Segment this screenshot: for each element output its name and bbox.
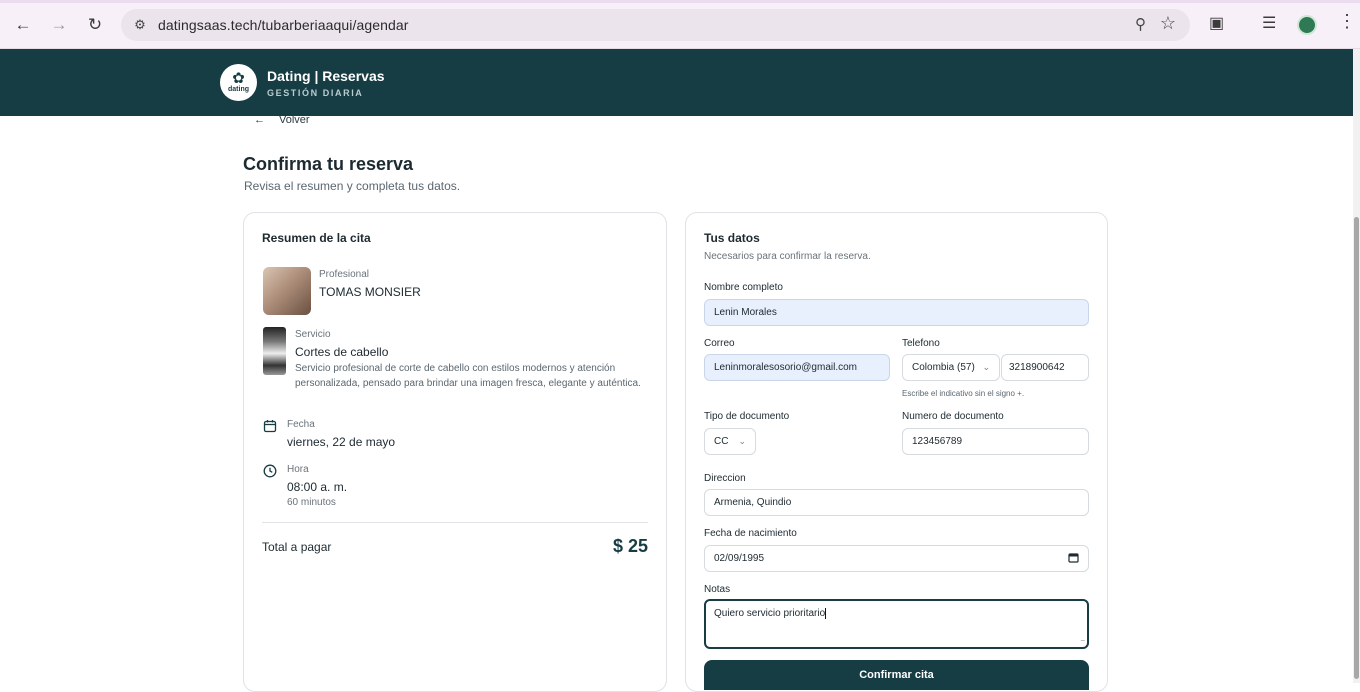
back-arrow-icon[interactable]: ← <box>10 12 36 38</box>
page-scrollbar[interactable] <box>1353 49 1360 683</box>
forward-arrow-icon[interactable]: → <box>46 12 72 38</box>
url-text[interactable]: datingsaas.tech/tubarberiaaqui/agendar <box>158 17 409 33</box>
name-label: Nombre completo <box>704 282 783 293</box>
duration-value: 60 minutos <box>287 497 336 508</box>
brand-title: Dating | Reservas <box>267 68 385 84</box>
date-label: Fecha <box>287 419 315 430</box>
form-title: Tus datos <box>704 231 760 245</box>
page-subtitle: Revisa el resumen y completa tus datos. <box>244 179 461 193</box>
profile-avatar[interactable] <box>1297 15 1317 35</box>
chevron-down-icon: ⌄ <box>982 362 990 372</box>
phone-value: 3218900642 <box>1009 362 1065 373</box>
date-value: viernes, 22 de mayo <box>287 435 396 449</box>
name-input[interactable]: Lenin Morales <box>704 299 1089 326</box>
address-input[interactable]: Armenia, Quindio <box>704 489 1089 516</box>
email-input[interactable]: Leninmoralesosorio@gmail.com <box>704 354 890 381</box>
app-header: ✿ dating Dating | Reservas GESTIÓN DIARI… <box>0 49 1353 116</box>
address-label: Direccion <box>704 473 746 484</box>
notes-label: Notas <box>704 584 731 595</box>
arrow-left-icon: ← <box>254 114 265 126</box>
time-label: Hora <box>287 464 309 475</box>
email-label: Correo <box>704 338 735 349</box>
service-label: Servicio <box>295 329 331 340</box>
text-caret <box>825 608 827 619</box>
zoom-icon[interactable]: ⚲ <box>1135 15 1146 33</box>
professional-name: TOMAS MONSIER <box>319 285 421 299</box>
email-value: Leninmoralesosorio@gmail.com <box>714 362 857 373</box>
reload-icon[interactable]: ↻ <box>82 12 108 38</box>
doc-number-input[interactable]: 123456789 <box>902 428 1089 455</box>
extensions-icon[interactable]: ▣ <box>1209 13 1224 33</box>
doc-type-select[interactable]: CC ⌄ <box>704 428 756 455</box>
bookmark-star-icon[interactable]: ☆ <box>1160 13 1176 34</box>
birth-value: 02/09/1995 <box>714 553 765 564</box>
scrollbar-thumb[interactable] <box>1354 217 1359 679</box>
service-description: Servicio profesional de corte de cabello… <box>295 363 641 389</box>
birth-date-input[interactable]: 02/09/1995 <box>704 545 1089 572</box>
menu-kebab-icon[interactable]: ⋮ <box>1338 11 1356 32</box>
phone-label: Telefono <box>902 338 940 349</box>
service-image <box>263 327 286 375</box>
total-label: Total a pagar <box>262 540 332 554</box>
notes-value: Quiero servicio prioritario <box>714 608 826 620</box>
professional-label: Profesional <box>319 269 370 280</box>
doc-type-value: CC <box>714 436 729 447</box>
country-code-value: Colombia (57) <box>912 362 975 373</box>
name-value: Lenin Morales <box>714 307 777 318</box>
doc-type-label: Tipo de documento <box>704 411 790 422</box>
calendar-icon <box>263 419 277 433</box>
time-value: 08:00 a. m. <box>287 480 348 494</box>
page-title: Confirma tu reserva <box>243 154 414 174</box>
calendar-picker-icon[interactable] <box>1068 552 1079 566</box>
back-label: Volver <box>279 114 310 126</box>
phone-hint: Escribe el indicativo sin el signo +. <box>902 389 1025 398</box>
doc-number-label: Numero de documento <box>902 411 1004 422</box>
logo-word: dating <box>228 86 249 93</box>
resize-handle-icon[interactable]: − <box>1080 636 1085 645</box>
media-controls-icon[interactable]: ☰ <box>1262 13 1276 33</box>
chevron-down-icon: ⌄ <box>738 436 746 446</box>
summary-title: Resumen de la cita <box>262 231 371 245</box>
birth-label: Fecha de nacimiento <box>704 528 797 539</box>
address-value: Armenia, Quindio <box>714 497 792 508</box>
brand-logo[interactable]: ✿ dating <box>220 64 257 101</box>
confirm-button[interactable]: Confirmar cita <box>704 660 1089 690</box>
summary-divider <box>262 522 648 523</box>
leaf-icon: ✿ <box>232 70 245 87</box>
address-bar[interactable]: ⚙ datingsaas.tech/tubarberiaaqui/agendar… <box>121 9 1190 41</box>
site-settings-icon[interactable]: ⚙ <box>131 16 149 34</box>
back-link[interactable]: ← Volver <box>254 114 310 126</box>
professional-avatar <box>263 267 311 315</box>
notes-textarea[interactable]: Quiero servicio prioritario − <box>704 599 1089 649</box>
browser-chrome: ← → ↻ ⚙ datingsaas.tech/tubarberiaaqui/a… <box>0 0 1360 49</box>
service-name: Cortes de cabello <box>295 345 389 359</box>
country-code-select[interactable]: Colombia (57) ⌄ <box>902 354 1000 381</box>
form-subtitle: Necesarios para confirmar la reserva. <box>704 251 871 262</box>
total-value: $ 25 <box>612 536 648 556</box>
phone-input[interactable]: 3218900642 <box>1001 354 1089 381</box>
brand-subtitle: GESTIÓN DIARIA <box>267 88 364 98</box>
clock-icon <box>263 464 277 478</box>
doc-number-value: 123456789 <box>912 436 963 447</box>
tab-strip <box>0 0 1360 3</box>
